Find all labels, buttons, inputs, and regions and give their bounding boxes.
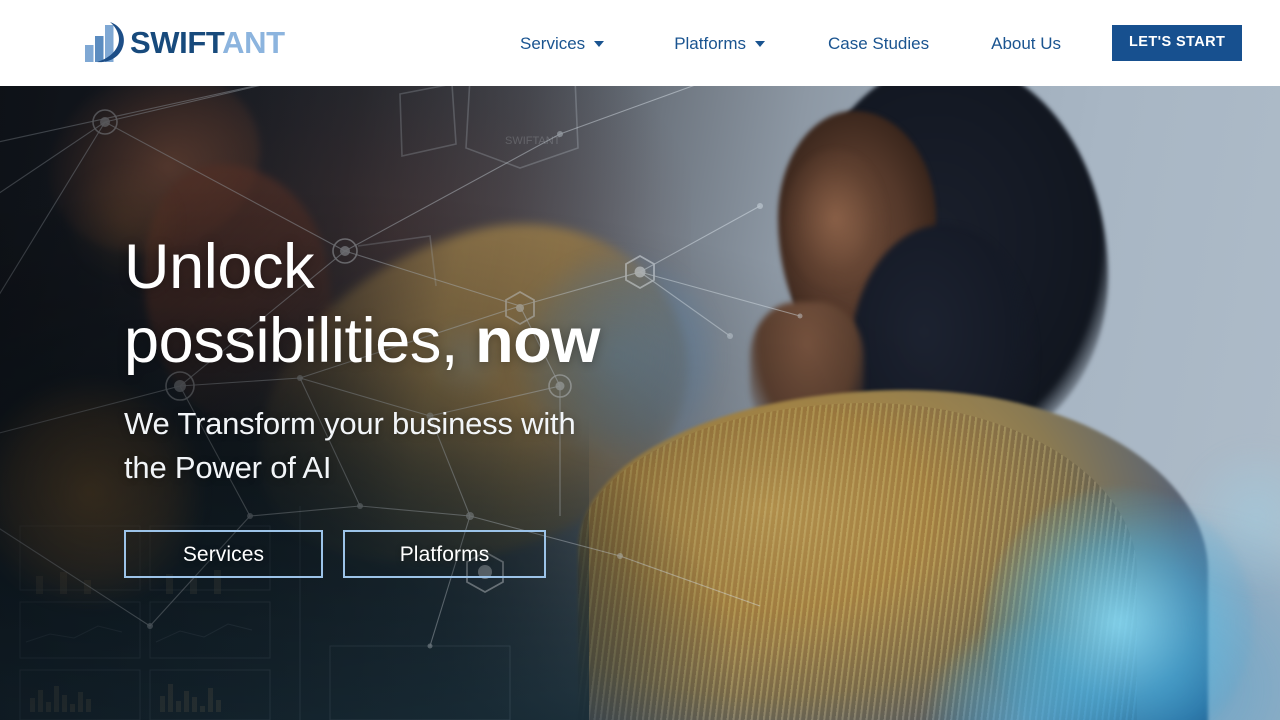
- lets-start-button[interactable]: LET'S START: [1112, 25, 1243, 61]
- nav-item-case-studies-label: Case Studies: [827, 33, 930, 53]
- nav-item-platforms-label: Platforms: [674, 33, 746, 53]
- nav-item-services-label: Services: [520, 33, 586, 53]
- nav-item-about-us[interactable]: About Us: [991, 35, 1061, 52]
- nav-item-services[interactable]: Services: [520, 33, 605, 53]
- hero-cta-group: Services Platforms: [124, 530, 744, 578]
- chevron-down-icon[interactable]: [594, 41, 605, 47]
- hero-content: Unlock possibilities, now We Transform y…: [124, 230, 744, 578]
- site-logo[interactable]: SWIFTANT: [84, 18, 285, 66]
- hero-headline-line2: possibilities,: [124, 306, 476, 376]
- hero-platforms-button[interactable]: Platforms: [343, 530, 546, 578]
- site-header: SWIFTANT Services Platforms Case Studies…: [0, 0, 1280, 86]
- hero-headline: Unlock possibilities, now: [124, 230, 744, 378]
- hero-section: SWIFTANT: [0, 86, 1280, 720]
- nav-item-about-us-label: About Us: [991, 33, 1062, 53]
- nav-item-platforms[interactable]: Platforms: [674, 35, 765, 52]
- logo-word-secondary: ANT: [222, 24, 285, 60]
- hero-headline-line1: Unlock: [124, 232, 315, 302]
- logo-word-primary: SWIFT: [130, 24, 223, 60]
- chevron-down-icon[interactable]: [754, 41, 765, 47]
- logo-wordmark: SWIFTANT: [130, 27, 285, 58]
- hero-subtitle-line2: the Power of AI: [124, 450, 332, 485]
- hero-subtitle-line1: We Transform your business with: [124, 406, 576, 441]
- hero-headline-emphasis: now: [475, 306, 600, 376]
- nav-item-case-studies[interactable]: Case Studies: [828, 35, 929, 52]
- main-navigation: Services Platforms Case Studies About Us…: [520, 0, 1243, 86]
- hero-subtitle: We Transform your business with the Powe…: [124, 402, 744, 490]
- hero-services-button[interactable]: Services: [124, 530, 323, 578]
- swiftant-bars-swoosh-logo-icon: [84, 19, 128, 65]
